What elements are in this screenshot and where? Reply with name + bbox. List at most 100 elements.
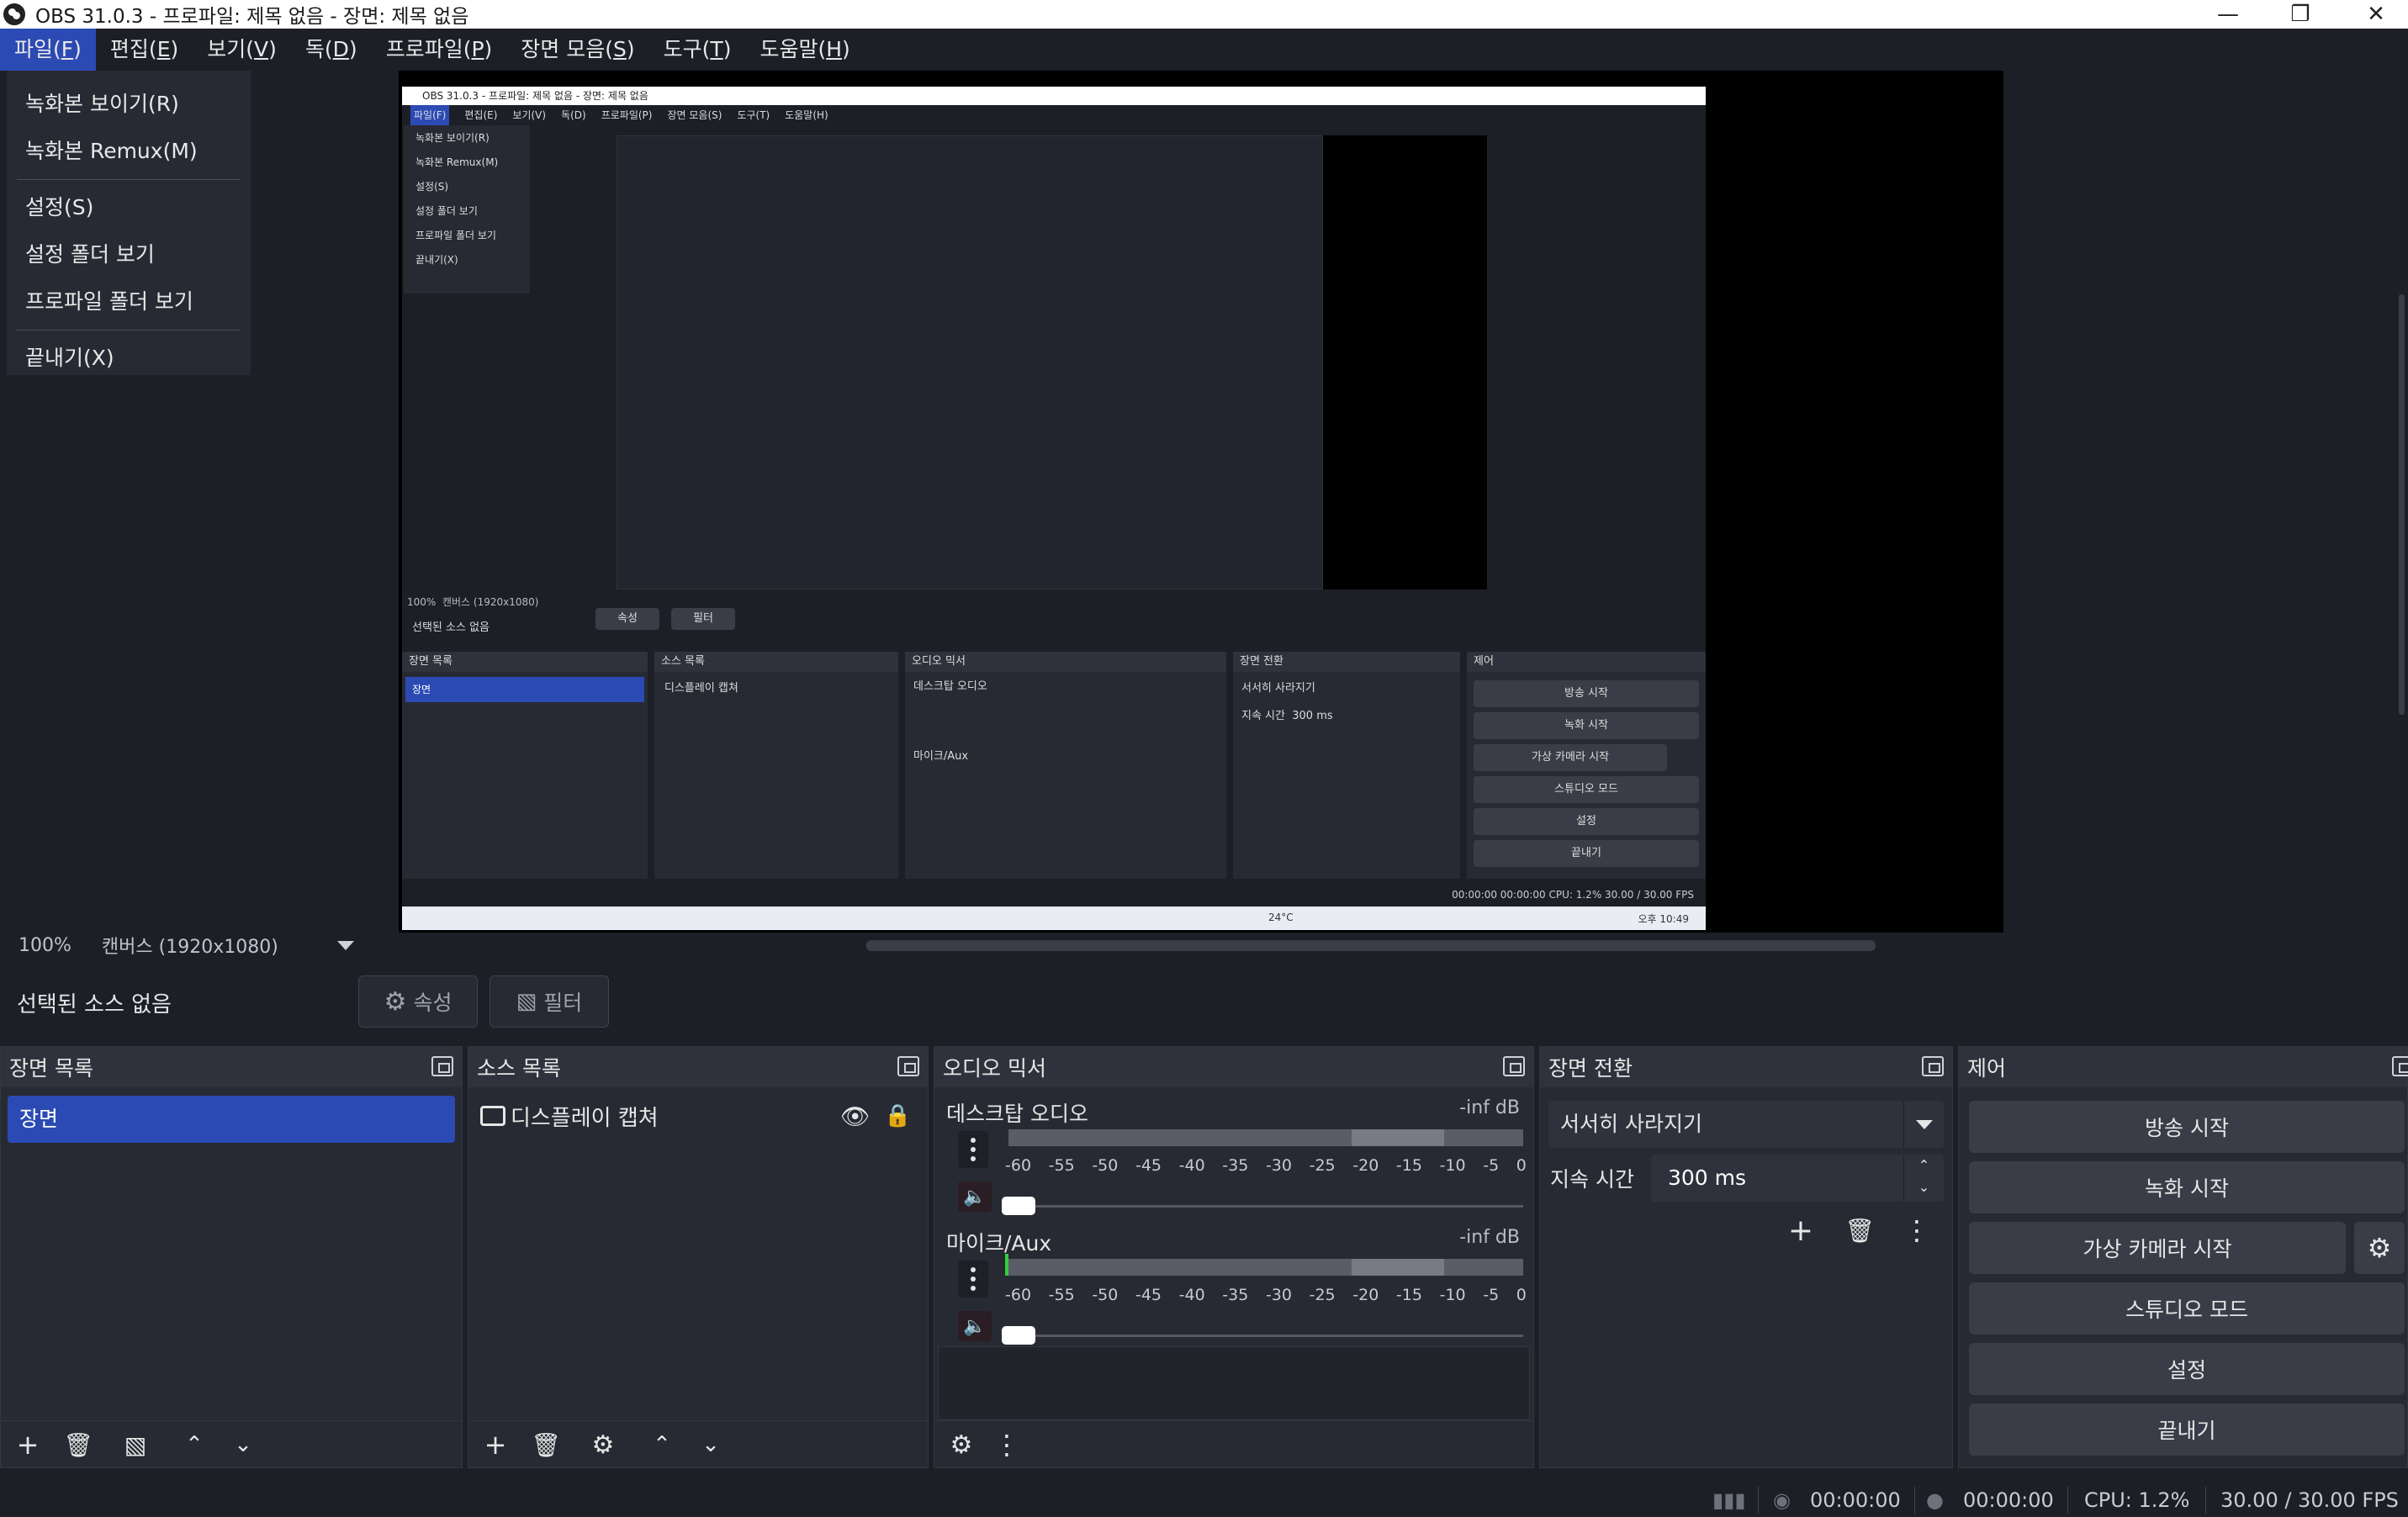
record-time: 00:00:00: [1963, 1488, 2054, 1512]
muted-speaker-icon[interactable]: 🔈: [958, 1311, 992, 1341]
menu-show-settings-folder[interactable]: 설정 폴더 보기: [7, 231, 251, 278]
menu-show-recordings[interactable]: 녹화본 보이기(R): [7, 81, 251, 128]
transition-select[interactable]: 서서히 사라지기: [1548, 1101, 1944, 1148]
nested-menu-item: 파일(F): [410, 105, 450, 125]
menu-settings[interactable]: 설정(S): [7, 184, 251, 231]
scenes-dock: 장면 목록 장면 + 🗑 ▧ ⌃ ⌄: [0, 1046, 463, 1468]
trash-icon[interactable]: 🗑: [1844, 1215, 1875, 1245]
exit-button[interactable]: 끝내기: [1969, 1403, 2405, 1456]
scene-item[interactable]: 장면: [8, 1096, 455, 1143]
menu-edit[interactable]: 편집(E): [96, 29, 193, 71]
spin-arrows-icon[interactable]: ⌃ ⌄: [1903, 1155, 1944, 1202]
add-icon[interactable]: +: [1786, 1213, 1816, 1248]
lock-icon[interactable]: 🔒: [884, 1103, 911, 1128]
volume-slider-handle[interactable]: [1002, 1197, 1035, 1215]
nested-menu-entry: 녹화본 Remux(M): [415, 156, 499, 168]
muted-speaker-icon[interactable]: 🔈: [958, 1181, 992, 1212]
undock-icon[interactable]: [431, 1056, 453, 1076]
menu-profile[interactable]: 프로파일(P): [372, 29, 507, 71]
controls-dock-header: 제어: [1959, 1047, 2408, 1087]
trash-icon[interactable]: 🗑: [531, 1430, 561, 1460]
menu-tools[interactable]: 도구(T): [649, 29, 746, 71]
nested-control-button: 녹화 시작: [1474, 712, 1699, 739]
more-options-icon[interactable]: [958, 1261, 988, 1298]
nested-menu-item: 프로파일(P): [601, 109, 653, 121]
mixer-empty-area: [938, 1346, 1530, 1420]
more-options-icon[interactable]: ⋮: [992, 1429, 1022, 1461]
audio-mixer-dock: 오디오 믹서 데스크탑 오디오 -inf dB -60 -55 -50 -45 -40-…: [934, 1046, 1534, 1468]
filters-label: 필터: [543, 991, 583, 1015]
source-item[interactable]: 디스플레이 캡쳐 👁 🔒: [480, 1099, 934, 1133]
status-bar: ▮▮▮ ◉ 00:00:00 ● 00:00:00 CPU: 1.2% 30.0…: [0, 1482, 2408, 1517]
nested-menu-item: 도구(T): [737, 109, 770, 121]
eye-icon[interactable]: 👁: [840, 1102, 871, 1130]
nested-duration: 지속 시간 300 ms: [1241, 710, 1333, 722]
volume-slider-handle[interactable]: [1002, 1326, 1035, 1345]
controls-dock-title: 제어: [1967, 1056, 2007, 1081]
nested-docks: 장면 목록 장면 소스 목록 디스플레이 캡쳐 오디오 믹서 데스크탑 오디오 …: [402, 652, 1706, 887]
file-menu-dropdown: 녹화본 보이기(R) 녹화본 Remux(M) 설정(S) 설정 폴더 보기 프…: [7, 71, 251, 375]
horizontal-scrollbar[interactable]: [866, 940, 1876, 951]
nested-menu-entry: 설정(S): [415, 181, 449, 193]
more-options-icon[interactable]: [958, 1131, 988, 1168]
properties-button[interactable]: ⚙ 속성: [358, 975, 478, 1028]
cpu-usage: CPU: 1.2%: [2084, 1488, 2190, 1512]
menu-exit[interactable]: 끝내기(X): [7, 335, 251, 382]
menu-help[interactable]: 도움말(H): [745, 29, 864, 71]
trash-icon[interactable]: 🗑: [63, 1430, 93, 1460]
nested-transition-selected: 서서히 사라지기: [1241, 682, 1315, 695]
nested-menu-entry: 끝내기(X): [415, 254, 458, 266]
controls-dock: 제어 방송 시작 녹화 시작 가상 카메라 시작 ⚙ 스튜디오 모드 설정 끝내…: [1958, 1046, 2408, 1468]
studio-mode-button[interactable]: 스튜디오 모드: [1969, 1282, 2405, 1335]
chevron-down-icon[interactable]: ⌄: [696, 1430, 726, 1460]
undock-icon[interactable]: [1503, 1056, 1525, 1076]
meter-ticks: -60 -55 -50 -45 -40 -35 -30 -25 -20 -15 -10 -5 0: [1005, 1156, 1527, 1175]
zoom-dropdown-icon[interactable]: [336, 940, 354, 950]
filters-button[interactable]: ▧ 필터: [490, 975, 609, 1028]
add-icon[interactable]: +: [480, 1429, 511, 1461]
nested-menu-item: 편집(E): [464, 109, 498, 121]
nested-canvas: [617, 135, 1487, 589]
gear-icon[interactable]: ⚙: [588, 1430, 618, 1460]
chevron-up-icon[interactable]: ⌃: [647, 1430, 677, 1460]
menu-view[interactable]: 보기(V): [193, 29, 291, 71]
filter-icon[interactable]: ▧: [120, 1430, 151, 1460]
menu-docks[interactable]: 독(D): [291, 29, 372, 71]
chevron-down-icon[interactable]: ⌄: [228, 1430, 258, 1460]
menu-file[interactable]: 파일(F): [0, 29, 96, 71]
duration-spinbox[interactable]: 300 ms ⌃ ⌄: [1651, 1155, 1944, 1202]
close-icon[interactable]: ✕: [2338, 0, 2408, 29]
menu-scene-collection[interactable]: 장면 모음(S): [506, 29, 648, 71]
duration-value: 300 ms: [1668, 1166, 1747, 1190]
start-virtual-camera-button[interactable]: 가상 카메라 시작: [1969, 1222, 2346, 1274]
chevron-up-icon[interactable]: ⌃: [179, 1430, 209, 1460]
nested-menu-entry: 설정 폴더 보기: [415, 205, 478, 217]
track-name: 마이크/Aux: [946, 1231, 1052, 1255]
nested-menu-bar: 파일(F) 편집(E) 보기(V) 독(D) 프로파일(P) 장면 모음(S) …: [402, 105, 1706, 125]
minimize-icon[interactable]: —: [2190, 0, 2266, 29]
sources-toolbar: + 🗑 ⚙ ⌃ ⌄: [468, 1420, 928, 1467]
more-options-icon[interactable]: ⋮: [1902, 1214, 1932, 1246]
restore-icon[interactable]: ❐: [2262, 0, 2338, 29]
properties-label: 속성: [413, 991, 452, 1015]
undock-icon[interactable]: [1922, 1056, 1944, 1076]
vertical-scrollbar[interactable]: [2399, 294, 2405, 715]
volume-slider[interactable]: [1008, 1205, 1523, 1208]
scenes-dock-title: 장면 목록: [9, 1056, 93, 1081]
start-streaming-button[interactable]: 방송 시작: [1969, 1101, 2405, 1153]
settings-button[interactable]: 설정: [1969, 1343, 2405, 1395]
start-recording-button[interactable]: 녹화 시작: [1969, 1161, 2405, 1213]
title-bar: OBS 31.0.3 - 프로파일: 제목 없음 - 장면: 제목 없음 — ❐…: [0, 0, 2408, 29]
volume-slider[interactable]: [1008, 1335, 1523, 1337]
undock-icon[interactable]: [2392, 1056, 2408, 1076]
menu-show-profile-folder[interactable]: 프로파일 폴더 보기: [7, 278, 251, 325]
filter-icon: ▧: [516, 989, 537, 1014]
nested-mixer-dock: 오디오 믹서 데스크탑 오디오 마이크/Aux: [905, 652, 1226, 879]
nested-control-button: 설정: [1474, 808, 1699, 835]
menu-remux-recordings[interactable]: 녹화본 Remux(M): [7, 128, 251, 175]
add-icon[interactable]: +: [13, 1429, 43, 1461]
nested-menu-item: 도움말(H): [785, 109, 828, 121]
virtual-camera-settings-gear-icon[interactable]: ⚙: [2354, 1222, 2405, 1274]
undock-icon[interactable]: [897, 1056, 919, 1076]
advanced-audio-gear-icon[interactable]: ⚙: [946, 1430, 976, 1460]
